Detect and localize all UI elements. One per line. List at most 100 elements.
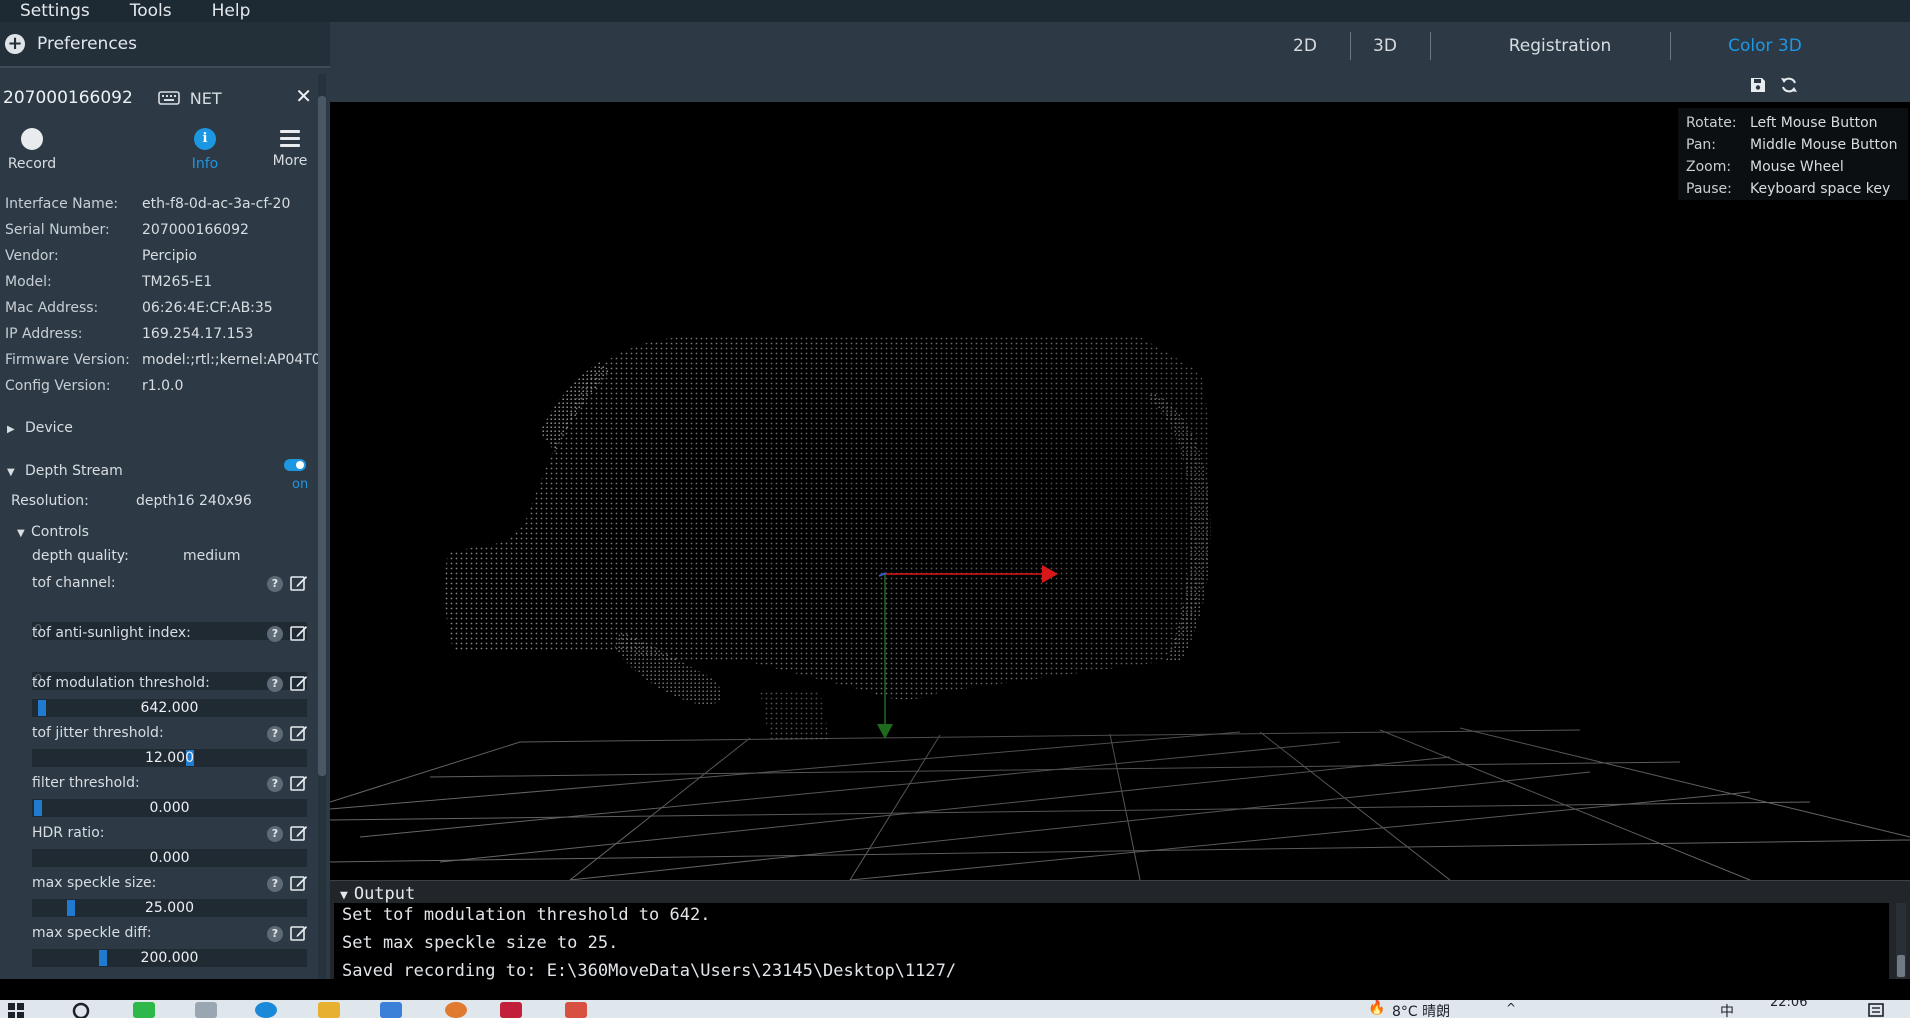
browser-icon[interactable] <box>255 1002 277 1018</box>
refresh-icon[interactable] <box>1780 76 1798 94</box>
hdr-ratio-slider[interactable]: 0.000 <box>32 849 307 867</box>
edit-icon[interactable] <box>290 874 308 892</box>
edit-icon[interactable] <box>290 574 308 592</box>
point-cloud <box>330 102 1910 880</box>
left-panel-scrollbar[interactable] <box>318 74 326 979</box>
more-label: More <box>272 153 308 169</box>
more-button[interactable]: More <box>270 128 310 169</box>
help-icon[interactable]: ? <box>267 576 283 592</box>
tof-modulation-label: tof modulation threshold: <box>32 675 210 691</box>
max-speckle-diff-value: 200.000 <box>140 950 199 966</box>
app-icon[interactable] <box>445 1002 467 1018</box>
info-row-config: Config Version: r1.0.0 <box>5 378 184 394</box>
controls-header[interactable]: ▼ Controls <box>17 524 89 540</box>
word-icon[interactable] <box>380 1002 402 1018</box>
edit-icon[interactable] <box>290 924 308 942</box>
tab-2d[interactable]: 2D <box>1280 22 1330 70</box>
depth-quality-value[interactable]: medium <box>183 548 241 564</box>
folder-icon[interactable] <box>318 1002 340 1018</box>
windows-start-icon[interactable] <box>8 1003 24 1018</box>
save-icon[interactable] <box>1750 77 1766 93</box>
ime-indicator[interactable]: 中 <box>1720 1001 1734 1018</box>
filter-threshold-label: filter threshold: <box>32 775 140 791</box>
record-label: Record <box>7 156 57 172</box>
tab-registration[interactable]: Registration <box>1480 22 1640 70</box>
info-row-vendor: Vendor: Percipio <box>5 248 197 264</box>
menu-settings[interactable]: Settings <box>0 1 110 21</box>
max-speckle-size-slider[interactable]: 25.000 <box>32 899 307 917</box>
resolution-value[interactable]: depth16 240x96 <box>136 493 252 509</box>
active-app-icon[interactable] <box>500 1002 522 1018</box>
clock-time[interactable]: 22:06 <box>1770 1000 1807 1010</box>
help-icon[interactable]: ? <box>267 626 283 642</box>
info-row-model: Model: TM265-E1 <box>5 274 213 290</box>
tof-jitter-value: 12.000 <box>145 750 194 766</box>
help-icon[interactable]: ? <box>267 926 283 942</box>
taskbar: 🔥 8°C 晴朗 ^ 中 22:06 <box>0 1000 1910 1018</box>
resolution-label: Resolution: <box>11 493 89 509</box>
output-header[interactable]: ▼ Output <box>340 884 415 904</box>
device-section-header[interactable]: ▶ Device <box>7 420 73 436</box>
hdr-ratio-label: HDR ratio: <box>32 825 105 841</box>
hdr-ratio-value: 0.000 <box>149 850 190 866</box>
depth-stream-header[interactable]: ▼ Depth Stream <box>7 463 123 479</box>
tab-separator <box>1350 32 1351 60</box>
scrollbar-thumb[interactable] <box>318 96 326 776</box>
app-icon[interactable] <box>565 1002 587 1018</box>
notification-icon[interactable] <box>1868 1003 1884 1017</box>
point-cloud-viewport[interactable] <box>330 102 1910 880</box>
info-row-interface: Interface Name: eth-f8-0d-ac-3a-cf-20 <box>5 196 291 212</box>
triangle-down-icon: ▼ <box>7 467 15 478</box>
help-icon[interactable]: ? <box>267 676 283 692</box>
device-section-label: Device <box>25 420 73 436</box>
log-line: Set max speckle size to 25. <box>342 933 619 953</box>
tof-anti-sunlight-label: tof anti-sunlight index: <box>32 625 191 641</box>
tab-color-3d[interactable]: Color 3D <box>1700 22 1830 70</box>
filter-threshold-slider[interactable]: 0.000 <box>32 799 307 817</box>
menu-tools[interactable]: Tools <box>110 1 192 21</box>
close-device-icon[interactable]: ✕ <box>295 84 312 108</box>
tof-jitter-slider[interactable]: 12.000 <box>32 749 307 767</box>
tof-modulation-slider[interactable]: 642.000 <box>32 699 307 717</box>
help-icon[interactable]: ? <box>267 776 283 792</box>
record-button[interactable]: Record <box>6 128 58 172</box>
plus-icon[interactable]: + <box>5 34 25 54</box>
device-serial: 207000166092 <box>3 88 133 108</box>
search-icon[interactable] <box>70 1002 92 1018</box>
max-speckle-diff-slider[interactable]: 200.000 <box>32 949 307 967</box>
edit-icon[interactable] <box>290 674 308 692</box>
wechat-icon[interactable] <box>133 1002 155 1018</box>
log-line: Set tof modulation threshold to 642. <box>342 905 711 925</box>
menu-help[interactable]: Help <box>192 1 271 21</box>
edit-icon[interactable] <box>290 624 308 642</box>
info-row-serial: Serial Number: 207000166092 <box>5 222 249 238</box>
help-icon[interactable]: ? <box>267 726 283 742</box>
view-toolbar <box>330 70 1910 102</box>
info-row-mac: Mac Address: 06:26:4E:CF:AB:35 <box>5 300 273 316</box>
edit-icon[interactable] <box>290 774 308 792</box>
info-label: Info <box>191 156 219 172</box>
app-icon[interactable] <box>195 1002 217 1018</box>
chevron-up-icon[interactable]: ^ <box>1506 1001 1516 1015</box>
keyboard-icon <box>157 91 180 105</box>
info-button[interactable]: i Info <box>180 128 230 172</box>
tab-separator <box>1430 32 1431 60</box>
scrollbar-thumb[interactable] <box>1897 955 1905 977</box>
weather-icon: 🔥 <box>1368 1000 1386 1016</box>
preferences-header[interactable]: + Preferences <box>0 22 330 68</box>
output-scrollbar[interactable] <box>1896 903 1906 979</box>
edit-icon[interactable] <box>290 824 308 842</box>
log-line: Saved recording to: E:\360MoveData\Users… <box>342 961 957 981</box>
max-speckle-diff-label: max speckle diff: <box>32 925 152 941</box>
info-icon: i <box>194 128 216 150</box>
point-cloud-canvas[interactable] <box>330 102 1910 880</box>
weather-text[interactable]: 8°C 晴朗 <box>1392 1001 1450 1018</box>
tab-3d[interactable]: 3D <box>1360 22 1410 70</box>
edit-icon[interactable] <box>290 724 308 742</box>
help-icon[interactable]: ? <box>267 826 283 842</box>
depth-stream-toggle[interactable] <box>284 459 306 471</box>
help-icon[interactable]: ? <box>267 876 283 892</box>
depth-stream-on-label: on <box>292 477 309 492</box>
info-row-ip: IP Address: 169.254.17.153 <box>5 326 254 342</box>
tof-channel-label: tof channel: <box>32 575 116 591</box>
